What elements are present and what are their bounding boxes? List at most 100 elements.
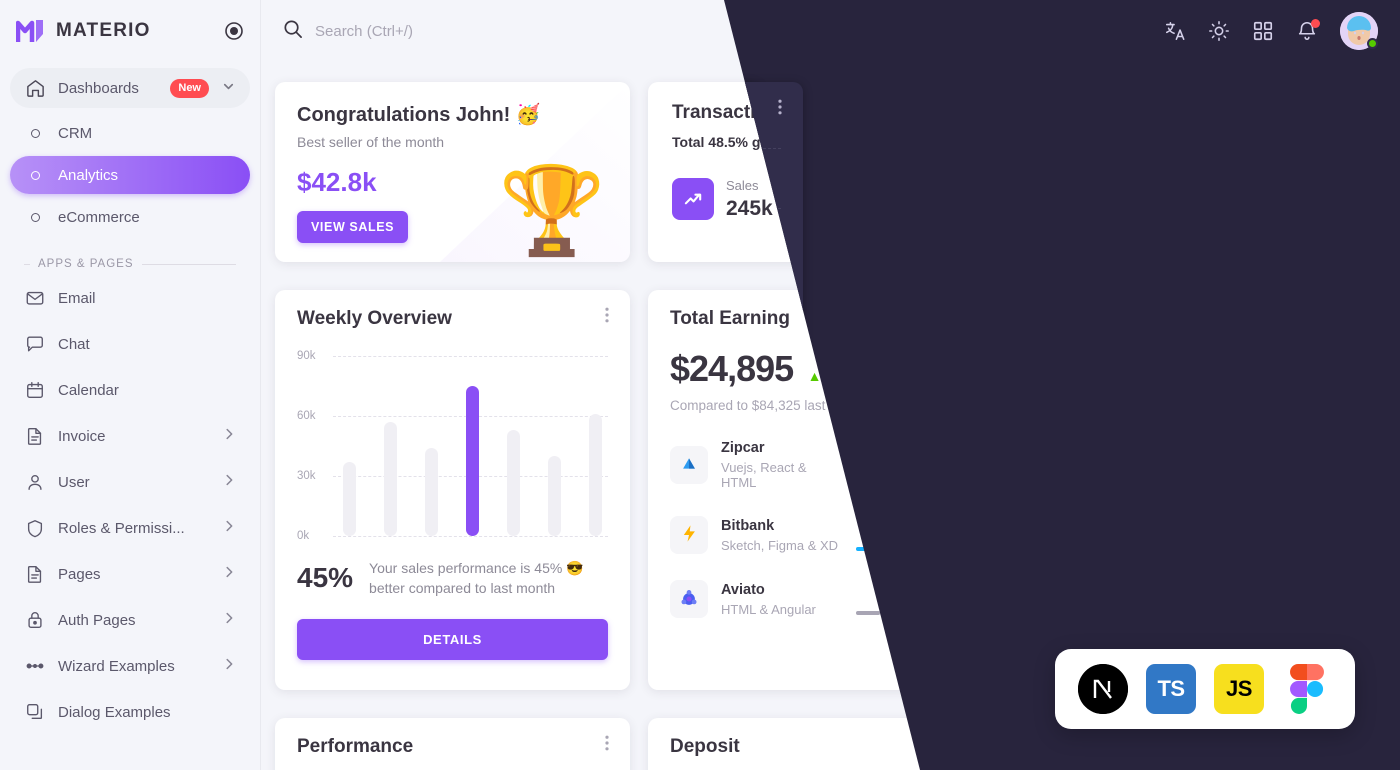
more-options-icon[interactable] (598, 734, 616, 752)
translate-icon[interactable] (1164, 20, 1186, 42)
bar-series (343, 356, 602, 536)
search-box[interactable] (282, 18, 1164, 44)
avatar[interactable] (1340, 12, 1378, 50)
progress-track (856, 476, 976, 480)
javascript-logo-icon: JS (1214, 664, 1264, 714)
view-all-link[interactable]: View All (931, 740, 976, 755)
chevron-right-icon[interactable] (222, 427, 236, 445)
y-axis-tick: 30k (297, 470, 316, 482)
view-all-link[interactable]: View All (1318, 740, 1363, 755)
sidebar-item-auth-pages[interactable]: Auth Pages (10, 600, 250, 640)
earning-desc: Vuejs, React & HTML (721, 460, 807, 490)
more-options-icon[interactable] (1339, 306, 1357, 324)
sunglasses-emoji-icon: 😎 (802, 134, 820, 150)
dollar-icon (1188, 178, 1231, 220)
online-status-dot (1367, 38, 1378, 49)
stat-label: Products (1070, 178, 1122, 193)
earning-desc: Sketch, Figma & XD (721, 538, 839, 553)
earning-rows: Zipcar Vuejs, React & HTML $24,895.65 Bitba… (670, 439, 976, 618)
transactions-subtitle: Total 48.5% growth 😎 this month (672, 134, 1361, 151)
user-icon (24, 471, 46, 493)
bell-icon[interactable] (1296, 19, 1320, 42)
email-icon (24, 287, 46, 309)
briefcase-icon (1032, 521, 1072, 561)
chevron-down-icon[interactable] (221, 79, 236, 98)
sidebar-item-chat[interactable]: Chat (10, 324, 250, 364)
wizard-icon (24, 655, 46, 677)
more-options-icon[interactable] (598, 306, 616, 324)
search-icon (282, 18, 303, 44)
circle-icon (24, 206, 46, 228)
sidebar-item-pages[interactable]: Pages (10, 554, 250, 594)
stat-label: Sales (726, 178, 759, 193)
bar-Sa (548, 456, 561, 536)
card-title: Weekly Overview (297, 308, 452, 329)
weekly-profit-card: Total Profit $25.6k +42% Weekly Profit (1201, 290, 1371, 495)
sidebar-item-user[interactable]: User (10, 462, 250, 502)
y-axis-tick: 90k (297, 350, 316, 362)
sidebar-item-analytics[interactable]: Analytics (10, 156, 250, 194)
profit-delta: +42% (1301, 397, 1335, 411)
chevron-right-icon[interactable] (222, 657, 236, 675)
more-options-icon[interactable] (1353, 98, 1371, 116)
bitbank-logo-icon (670, 516, 708, 554)
earning-name: Bitbank (721, 518, 775, 534)
earning-amount: $24,895 (670, 348, 794, 389)
home-icon (24, 77, 46, 99)
sidebar-item-email[interactable]: Email (10, 278, 250, 318)
sidebar-item-ecommerce[interactable]: eCommerce (10, 198, 250, 236)
sidebar-item-roles-permissi[interactable]: Roles & Permissi... (10, 508, 250, 548)
bar-Tu (384, 422, 397, 536)
circle-icon (24, 164, 46, 186)
more-options-icon[interactable] (1154, 521, 1172, 539)
sidebar-item-calendar[interactable]: Calendar (10, 370, 250, 410)
nextjs-logo-icon (1078, 664, 1128, 714)
trending-up-icon (672, 178, 714, 220)
typescript-logo-icon: TS (1146, 664, 1196, 714)
search-input[interactable] (315, 22, 635, 40)
section-label: APPS & PAGES (38, 258, 134, 270)
performance-card: Performance (275, 718, 630, 770)
sessions-amount: 2,856 (1217, 521, 1270, 544)
congratulations-card: 🏆 Congratulations John! 🥳 Best seller of… (275, 82, 630, 262)
chevron-right-icon[interactable] (222, 519, 236, 537)
header-actions (1164, 12, 1378, 50)
chevron-right-icon[interactable] (222, 611, 236, 629)
brightness-icon[interactable] (1208, 20, 1230, 42)
new-badge: New (170, 78, 209, 98)
chevron-right-icon[interactable] (222, 565, 236, 583)
sidebar-item-label: Chat (58, 335, 90, 353)
sidebar-item-dashboards[interactable]: Dashboards New (10, 68, 250, 108)
earning-amount: $1,245.80 (911, 584, 976, 601)
chevron-right-icon[interactable] (222, 473, 236, 491)
sidebar-apps-list: Email Chat Calendar Invoice User Roles & Perm… (10, 278, 250, 732)
details-button[interactable]: DETAILS (297, 618, 608, 660)
chat-icon (24, 333, 46, 355)
sidebar-item-label: eCommerce (58, 208, 140, 226)
card-title: Total Earning (670, 308, 790, 329)
page-title: Congratulations John! 🥳 (297, 104, 541, 126)
figma-logo-icon (1282, 664, 1332, 714)
stat-customers: Customers 12.5k (844, 177, 1016, 221)
sidebar-item-invoice[interactable]: Invoice (10, 416, 250, 456)
progress-fill (856, 546, 922, 551)
zipcar-logo-icon (670, 445, 708, 484)
project-amount: 862 (1032, 602, 1073, 629)
sidebar-item-label: Dialog Examples (58, 703, 171, 721)
sidebar-item-label: Auth Pages (58, 611, 136, 629)
calendar-icon (24, 379, 46, 401)
earning-row: Bitbank Sketch, Figma & XD $8,650.20 (670, 516, 976, 554)
progress-fill (856, 476, 946, 480)
profit-amount: $86.4k (1032, 306, 1097, 329)
grid-apps-icon[interactable] (1252, 20, 1274, 42)
earning-row: Zipcar Vuejs, React & HTML $24,895.65 (670, 439, 976, 490)
sessions-bar-chart (1217, 561, 1355, 639)
sidebar-item-crm[interactable]: CRM (10, 114, 250, 152)
sidebar-item-dialog-examples[interactable]: Dialog Examples (10, 692, 250, 732)
sidebar-item-wizard-examples[interactable]: Wizard Examples (10, 646, 250, 686)
lock-icon (24, 609, 46, 631)
view-sales-button[interactable]: VIEW SALES (297, 211, 409, 243)
more-options-icon[interactable] (966, 306, 984, 324)
pin-toggle-icon[interactable] (224, 21, 244, 41)
profit-label: Total Profit (1063, 413, 1139, 429)
